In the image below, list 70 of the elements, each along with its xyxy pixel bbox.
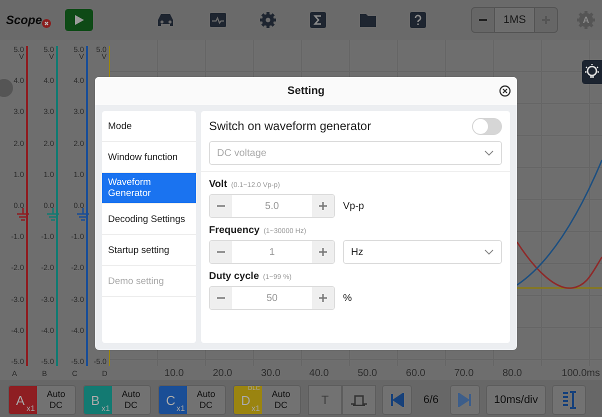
sigma-icon[interactable] xyxy=(309,11,328,29)
dialog-title: Setting xyxy=(287,85,325,97)
menu-item[interactable]: Waveform Generator xyxy=(102,173,196,204)
menu-item[interactable]: Startup setting xyxy=(102,235,196,266)
channel-letter: C xyxy=(166,393,176,408)
probe-factor: x1 xyxy=(26,404,35,413)
time-axis-label: 70.0 xyxy=(453,368,475,378)
coupling-mode: Auto DC xyxy=(46,389,66,411)
pulse-icon xyxy=(350,394,368,406)
time-axis-label: 60.0 xyxy=(404,368,426,378)
switch-label: Switch on waveform generator xyxy=(209,119,372,133)
time-axis-label: 50.0 xyxy=(356,368,378,378)
probe-factor: x1 xyxy=(176,404,185,413)
plus-icon[interactable] xyxy=(312,195,334,217)
time-axis-label: 100.0ms xyxy=(562,368,601,378)
chevron-down-icon xyxy=(484,249,494,255)
stepper-value: 1 xyxy=(268,246,276,258)
settings-icon[interactable] xyxy=(259,11,278,29)
channel-letter: A xyxy=(16,393,25,408)
waveform-dropdown[interactable]: DC voltage xyxy=(209,141,502,165)
play-button[interactable] xyxy=(65,9,94,31)
ground-icon[interactable] xyxy=(77,208,89,222)
folder-icon[interactable] xyxy=(359,12,378,28)
toggle-switch[interactable] xyxy=(472,118,502,134)
parameter-label: Volt xyxy=(209,179,228,190)
plus-icon[interactable] xyxy=(312,287,334,309)
menu-item[interactable]: Mode xyxy=(102,111,196,142)
coupling-mode: Auto DC xyxy=(196,389,216,411)
time-scale-button[interactable]: 10ms/div xyxy=(486,385,546,415)
coupling-mode: Auto DC xyxy=(270,389,292,411)
skip-forward-icon xyxy=(458,393,472,407)
time-axis-label: 40.0 xyxy=(308,368,330,378)
skip-back-icon xyxy=(390,393,404,407)
time-axis-label: 20.0 xyxy=(212,368,234,378)
probe-factor: x1 xyxy=(102,404,110,413)
channel-letter: B xyxy=(91,393,100,408)
menu-item[interactable]: Decoding Settings xyxy=(102,204,196,235)
play-icon xyxy=(73,14,86,26)
minus-icon[interactable] xyxy=(210,241,232,263)
parameter-label: Duty cycle xyxy=(209,271,260,282)
minus-icon[interactable] xyxy=(210,195,232,217)
pulse-button[interactable] xyxy=(342,385,376,415)
parameter-label: Frequency xyxy=(209,225,260,236)
chevron-down-icon xyxy=(484,150,494,156)
cursor-button[interactable] xyxy=(552,385,586,415)
coupling-mode: Auto DC xyxy=(120,389,142,411)
waveform-folder-icon[interactable] xyxy=(209,11,228,29)
minus-icon[interactable] xyxy=(210,287,232,309)
ground-icon[interactable] xyxy=(17,208,29,222)
lightbulb-button[interactable] xyxy=(582,60,602,84)
unit-dropdown[interactable]: Hz xyxy=(343,240,502,264)
app-logo: Scope xyxy=(6,13,42,27)
unit-label: % xyxy=(343,292,352,304)
unit-label: Vp-p xyxy=(343,200,364,212)
probe-factor: x1 xyxy=(252,404,260,413)
plus-icon[interactable] xyxy=(312,241,334,263)
help-icon[interactable] xyxy=(409,11,428,29)
page-counter: 6/6 xyxy=(422,394,440,406)
stepper-value: 5.0 xyxy=(264,200,280,212)
time-axis-label: 80.0 xyxy=(501,368,523,378)
timebase-value: 1MS xyxy=(494,8,535,32)
first-page-button[interactable] xyxy=(382,385,412,415)
channel-letter: D xyxy=(241,393,250,408)
stepper-value: 50 xyxy=(265,292,279,304)
close-badge-icon xyxy=(42,18,52,28)
time-axis-label: 30.0 xyxy=(260,368,282,378)
close-icon[interactable] xyxy=(499,85,511,97)
circle-handle-icon[interactable] xyxy=(0,78,14,98)
time-axis-label: 10.0 xyxy=(163,368,185,378)
cursor-icon xyxy=(561,391,577,409)
